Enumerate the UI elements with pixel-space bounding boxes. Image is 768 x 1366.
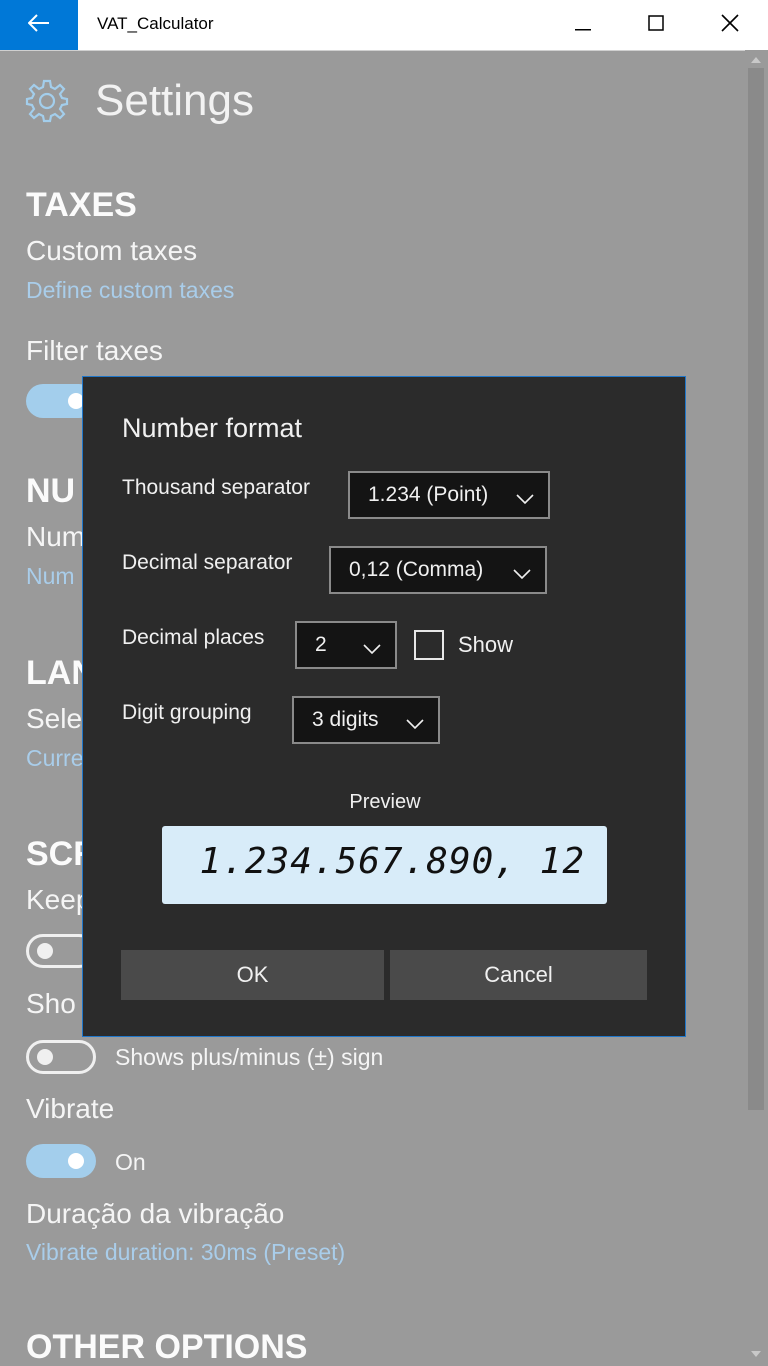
scrollbar-thumb[interactable] <box>748 68 764 1110</box>
title-bar: VAT_Calculator <box>0 0 768 51</box>
digit-grouping-dropdown[interactable]: 3 digits <box>292 696 440 744</box>
filter-taxes-title: Filter taxes <box>26 335 163 366</box>
scroll-down-arrow-icon[interactable] <box>748 1346 764 1362</box>
minimize-button[interactable] <box>547 0 619 50</box>
decimal-separator-label: Decimal separator <box>122 551 293 574</box>
maximize-button[interactable] <box>620 0 692 50</box>
close-icon <box>721 14 739 36</box>
cancel-button[interactable]: Cancel <box>390 950 647 1000</box>
preview-label: Preview <box>349 791 421 813</box>
gear-icon <box>24 78 70 128</box>
decimal-places-label: Decimal places <box>122 626 265 649</box>
digit-grouping-value: 3 digits <box>312 708 379 731</box>
thousand-separator-value: 1.234 (Point) <box>368 483 489 506</box>
current-language-link[interactable]: Curre <box>26 745 84 772</box>
section-header-taxes: TAXES <box>26 186 137 224</box>
chevron-down-icon <box>406 712 424 736</box>
digit-grouping-label: Digit grouping <box>122 701 252 724</box>
toggle-knob <box>37 1049 53 1065</box>
define-custom-taxes-link[interactable]: Define custom taxes <box>26 277 234 304</box>
vibration-duration-link[interactable]: Vibrate duration: 30ms (Preset) <box>26 1239 345 1266</box>
preview-value: 1.234.567.890, 12 <box>199 841 585 882</box>
show-sign-title: Sho <box>26 988 76 1019</box>
plus-minus-toggle[interactable] <box>26 1040 96 1074</box>
thousand-separator-dropdown[interactable]: 1.234 (Point) <box>348 471 550 519</box>
ok-button[interactable]: OK <box>121 950 384 1000</box>
minimize-icon <box>575 16 591 35</box>
back-arrow-icon <box>27 14 50 36</box>
vibrate-state-label: On <box>115 1149 146 1175</box>
close-button[interactable] <box>694 0 766 50</box>
section-header-other-options: OTHER OPTIONS <box>26 1328 308 1366</box>
dialog-title: Number format <box>122 413 303 443</box>
vibrate-title: Vibrate <box>26 1093 115 1124</box>
number-format-link[interactable]: Num <box>26 563 75 590</box>
vibration-duration-title: Duração da vibração <box>26 1198 285 1229</box>
back-button[interactable] <box>0 0 78 50</box>
decimal-places-dropdown[interactable]: 2 <box>295 621 397 669</box>
custom-taxes-title: Custom taxes <box>26 235 198 266</box>
app-title: VAT_Calculator <box>97 14 214 33</box>
vibrate-toggle[interactable] <box>26 1144 96 1178</box>
select-language-title: Sele <box>26 703 83 734</box>
decimal-separator-dropdown[interactable]: 0,12 (Comma) <box>329 546 547 594</box>
decimal-separator-value: 0,12 (Comma) <box>349 558 484 581</box>
plus-minus-label: Shows plus/minus (±) sign <box>115 1044 384 1070</box>
show-decimals-label: Show <box>458 632 514 657</box>
chevron-down-icon <box>516 487 534 511</box>
toggle-knob <box>37 943 53 959</box>
chevron-down-icon <box>513 562 531 586</box>
chevron-down-icon <box>363 637 381 661</box>
number-format-title: Num <box>26 521 86 552</box>
show-decimals-checkbox[interactable] <box>414 630 444 660</box>
section-header-number: NU <box>26 472 76 510</box>
scroll-up-arrow-icon[interactable] <box>748 52 764 68</box>
maximize-icon <box>648 15 664 35</box>
thousand-separator-label: Thousand separator <box>122 476 310 499</box>
page-title: Settings <box>95 76 254 125</box>
decimal-places-value: 2 <box>315 633 327 656</box>
number-format-dialog: Number format Thousand separator 1.234 (… <box>82 376 686 1037</box>
preview-display: 1.234.567.890, 12 <box>162 826 607 904</box>
toggle-knob <box>68 1153 84 1169</box>
